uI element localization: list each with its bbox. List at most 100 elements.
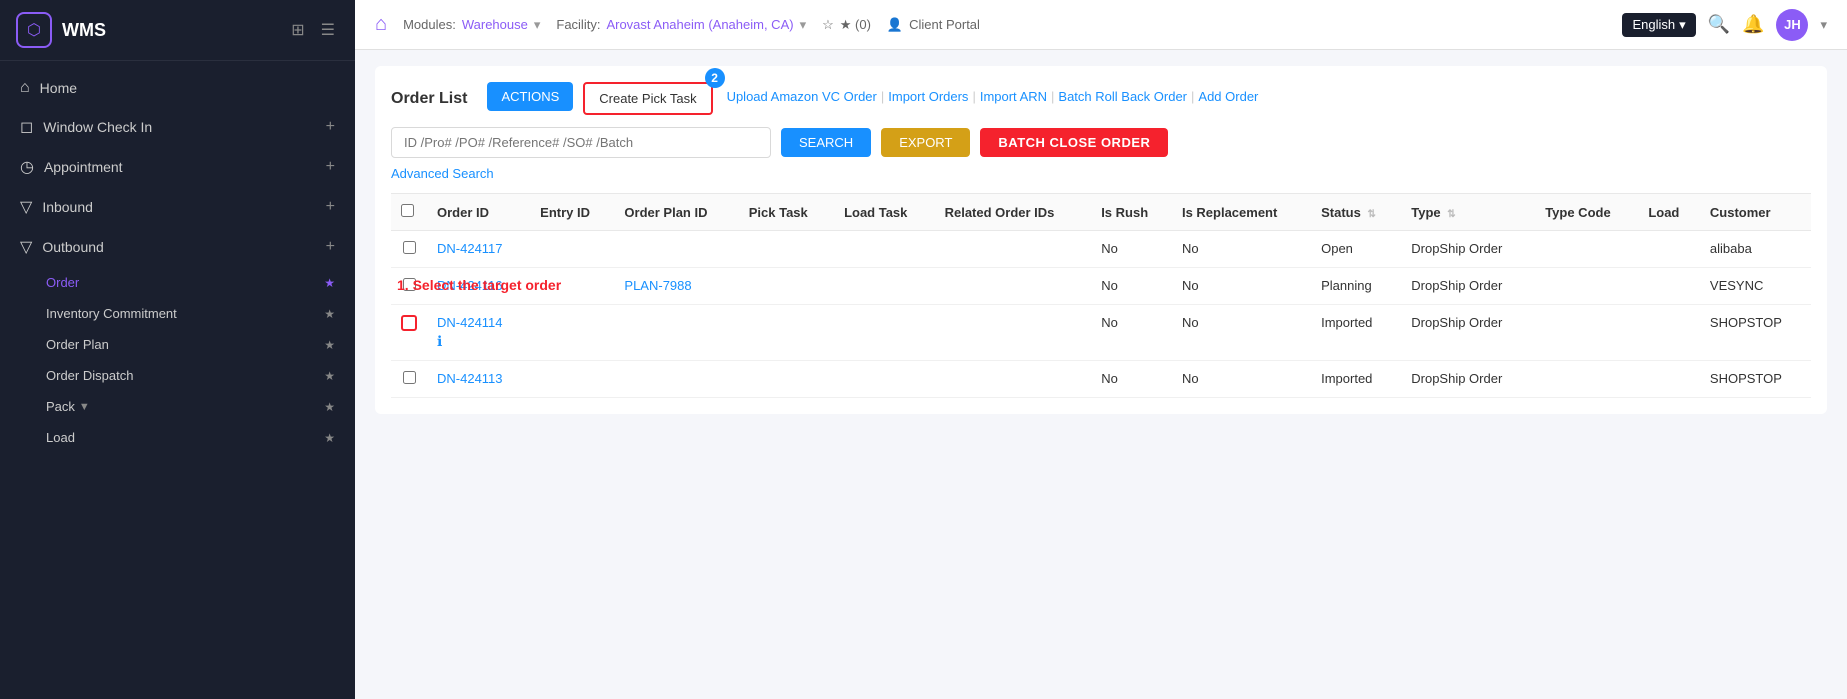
order-plan-star-icon[interactable]: ★ xyxy=(324,338,335,352)
cell-order-plan-id-2 xyxy=(614,305,738,361)
load-star-icon[interactable]: ★ xyxy=(324,431,335,445)
sidebar-item-appointment[interactable]: ◷ Appointment + xyxy=(0,147,355,187)
sidebar-item-window-check-in[interactable]: ◻ Window Check In + xyxy=(0,107,355,147)
create-pick-task-wrapper: 2 Create Pick Task xyxy=(583,82,712,115)
sidebar-item-order-plan[interactable]: Order Plan ★ xyxy=(0,329,355,360)
cell-is-replacement-1: No xyxy=(1172,268,1311,305)
row-checkbox-3[interactable] xyxy=(403,371,416,384)
row-checkbox-0[interactable] xyxy=(403,241,416,254)
row-checkbox-cell xyxy=(391,361,427,398)
sidebar-icon-group: ⊞ ☰ xyxy=(287,16,339,44)
inventory-commitment-star-icon[interactable]: ★ xyxy=(324,307,335,321)
cell-related-order-ids-1 xyxy=(935,268,1092,305)
sidebar-item-outbound[interactable]: ▽ Outbound + xyxy=(0,227,355,267)
sidebar-item-order-label: Order xyxy=(46,275,79,290)
actions-button[interactable]: ACTIONS xyxy=(487,82,573,111)
sidebar-item-order[interactable]: Order ★ xyxy=(0,267,355,298)
row-checkbox-cell xyxy=(391,305,427,361)
sidebar-item-home[interactable]: ⌂ Home xyxy=(0,69,355,107)
cell-related-order-ids-0 xyxy=(935,231,1092,268)
outbound-plus-icon: + xyxy=(326,238,335,256)
pack-star-icon[interactable]: ★ xyxy=(324,400,335,414)
logo-icon: ⬡ xyxy=(27,20,41,40)
sidebar-item-load[interactable]: Load ★ xyxy=(0,422,355,453)
cell-pick-task-1 xyxy=(739,268,834,305)
col-status: Status ⇅ xyxy=(1311,194,1401,231)
menu-icon-button[interactable]: ☰ xyxy=(317,16,339,44)
content-area: Order List ACTIONS 2 Create Pick Task Up… xyxy=(355,50,1847,699)
user-avatar[interactable]: JH xyxy=(1776,9,1808,41)
pack-chevron-icon: ▼ xyxy=(79,401,90,413)
col-is-replacement: Is Replacement xyxy=(1172,194,1311,231)
batch-roll-back-link[interactable]: Batch Roll Back Order xyxy=(1054,82,1191,111)
cell-customer-0: alibaba xyxy=(1700,231,1811,268)
sidebar-item-order-plan-label: Order Plan xyxy=(46,337,109,352)
sidebar-logo: ⬡ xyxy=(16,12,52,48)
language-chevron-icon: ▾ xyxy=(1679,17,1686,33)
search-button[interactable]: SEARCH xyxy=(781,128,871,157)
import-arn-link[interactable]: Import ARN xyxy=(976,82,1051,111)
col-load-task: Load Task xyxy=(834,194,935,231)
sidebar-item-outbound-label: Outbound xyxy=(42,239,104,255)
home-topbar-icon[interactable]: ⌂ xyxy=(375,13,387,36)
table-row: DN-424117 No No Open DropShip Order alib… xyxy=(391,231,1811,268)
col-type: Type ⇅ xyxy=(1401,194,1535,231)
export-button[interactable]: EXPORT xyxy=(881,128,970,157)
cell-entry-id-3 xyxy=(530,361,614,398)
outbound-arrow-icon: ▽ xyxy=(20,237,32,257)
sidebar-item-inventory-commitment-label: Inventory Commitment xyxy=(46,306,177,321)
modules-section: Modules: Warehouse ▾ xyxy=(403,17,540,33)
search-button-label: SEARCH xyxy=(799,135,853,150)
col-order-plan-id: Order Plan ID xyxy=(614,194,738,231)
sidebar-nav: ⌂ Home ◻ Window Check In + ◷ Appointment… xyxy=(0,61,355,461)
select-all-checkbox[interactable] xyxy=(401,204,414,217)
sidebar-item-order-dispatch[interactable]: Order Dispatch ★ xyxy=(0,360,355,391)
window-checkin-plus-icon: + xyxy=(326,118,335,136)
language-selector[interactable]: English ▾ xyxy=(1622,13,1695,37)
module-name[interactable]: Warehouse xyxy=(462,17,528,32)
sidebar-item-inventory-commitment[interactable]: Inventory Commitment ★ xyxy=(0,298,355,329)
cell-is-replacement-0: No xyxy=(1172,231,1311,268)
add-order-link[interactable]: Add Order xyxy=(1194,82,1262,111)
client-portal-icon: 👤 xyxy=(887,17,903,33)
order-id-link-0[interactable]: DN-424117 xyxy=(437,241,520,256)
create-pick-task-label: Create Pick Task xyxy=(599,91,696,106)
avatar-chevron-icon[interactable]: ▾ xyxy=(1820,17,1827,33)
topbar-search-icon[interactable]: 🔍 xyxy=(1708,14,1730,35)
order-id-link-3[interactable]: DN-424113 xyxy=(437,371,520,386)
col-type-code: Type Code xyxy=(1535,194,1638,231)
advanced-search-link[interactable]: Advanced Search xyxy=(391,166,494,181)
favorites-section[interactable]: ☆ ★ (0) xyxy=(822,17,871,33)
order-plan-link-1[interactable]: PLAN-7988 xyxy=(624,278,728,293)
cell-customer-2: SHOPSTOP xyxy=(1700,305,1811,361)
search-input[interactable] xyxy=(391,127,771,158)
batch-close-order-button[interactable]: BATCH CLOSE ORDER xyxy=(980,128,1168,157)
table-header: Order ID Entry ID Order Plan ID Pick Tas… xyxy=(391,194,1811,231)
client-portal-section[interactable]: 👤 Client Portal xyxy=(887,17,980,33)
sidebar-item-window-check-in-label: Window Check In xyxy=(43,119,152,135)
order-dispatch-star-icon[interactable]: ★ xyxy=(324,369,335,383)
create-pick-task-badge: 2 xyxy=(705,68,725,88)
facility-name[interactable]: Arovast Anaheim (Anaheim, CA) xyxy=(606,17,793,32)
order-list-card: Order List ACTIONS 2 Create Pick Task Up… xyxy=(375,66,1827,414)
grid-icon-button[interactable]: ⊞ xyxy=(287,16,308,44)
col-order-id: Order ID xyxy=(427,194,530,231)
sidebar: ⬡ WMS ⊞ ☰ ⌂ Home ◻ Window Check In + ◷ A… xyxy=(0,0,355,699)
cell-load-0 xyxy=(1638,231,1700,268)
row-checkbox-2[interactable] xyxy=(401,315,417,331)
sidebar-item-inbound[interactable]: ▽ Inbound + xyxy=(0,187,355,227)
status-sort-icon: ⇅ xyxy=(1367,209,1375,220)
sidebar-item-pack[interactable]: Pack ▼ ★ xyxy=(0,391,355,422)
actions-label: ACTIONS xyxy=(501,89,559,104)
import-orders-link[interactable]: Import Orders xyxy=(884,82,972,111)
order-star-icon[interactable]: ★ xyxy=(324,276,335,290)
cell-order-plan-id-0 xyxy=(614,231,738,268)
table-row: DN-424113 No No Imported DropShip Order … xyxy=(391,361,1811,398)
create-pick-task-button[interactable]: Create Pick Task xyxy=(583,82,712,115)
upload-amazon-vc-link[interactable]: Upload Amazon VC Order xyxy=(723,82,881,111)
cell-is-replacement-3: No xyxy=(1172,361,1311,398)
topbar-bell-icon[interactable]: 🔔 xyxy=(1742,14,1764,35)
order-id-link-2[interactable]: DN-424114 xyxy=(437,315,520,330)
page-title: Order List xyxy=(391,90,467,108)
export-button-label: EXPORT xyxy=(899,135,952,150)
